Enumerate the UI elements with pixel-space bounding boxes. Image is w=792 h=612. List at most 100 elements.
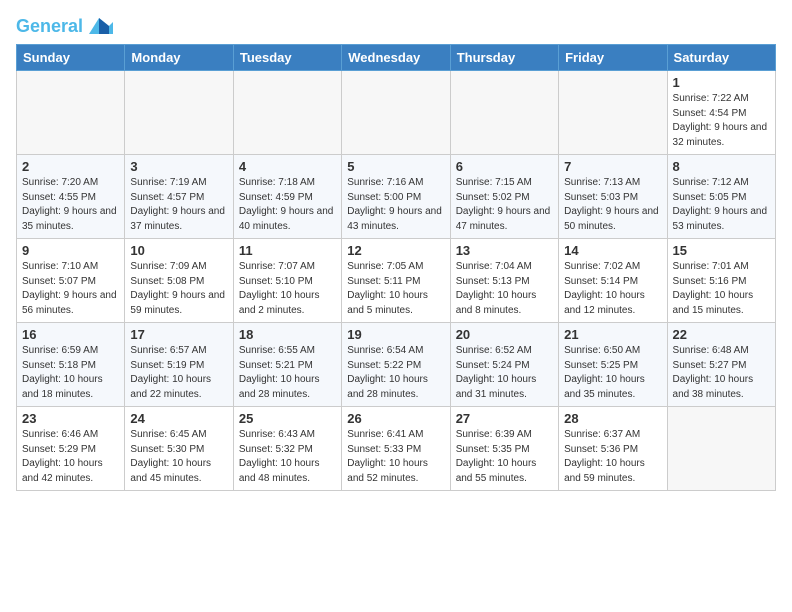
day-info: Sunrise: 7:19 AM Sunset: 4:57 PM Dayligh… <box>130 176 227 234</box>
day-number: 2 <box>22 159 119 174</box>
day-number: 24 <box>130 411 227 426</box>
day-number: 18 <box>239 327 336 342</box>
calendar-cell: 14 Sunrise: 7:02 AM Sunset: 5:14 PM Dayli… <box>559 239 667 323</box>
day-info: Sunrise: 6:54 AM Sunset: 5:22 PM Dayligh… <box>347 344 444 402</box>
day-number: 16 <box>22 327 119 342</box>
day-info: Sunrise: 7:10 AM Sunset: 5:07 PM Dayligh… <box>22 260 119 318</box>
day-info: Sunrise: 7:09 AM Sunset: 5:08 PM Dayligh… <box>130 260 227 318</box>
day-number: 26 <box>347 411 444 426</box>
calendar-cell: 18 Sunrise: 6:55 AM Sunset: 5:21 PM Dayli… <box>233 323 341 407</box>
calendar-cell <box>233 71 341 155</box>
day-info: Sunrise: 6:59 AM Sunset: 5:18 PM Dayligh… <box>22 344 119 402</box>
calendar-cell: 9 Sunrise: 7:10 AM Sunset: 5:07 PM Daylig… <box>17 239 125 323</box>
calendar-cell: 2Sunrise: 7:20 AM Sunset: 4:55 PM Daylig… <box>17 155 125 239</box>
calendar-cell: 6 Sunrise: 7:15 AM Sunset: 5:02 PM Daylig… <box>450 155 558 239</box>
calendar-cell: 10 Sunrise: 7:09 AM Sunset: 5:08 PM Dayli… <box>125 239 233 323</box>
day-number: 19 <box>347 327 444 342</box>
weekday-header-friday: Friday <box>559 45 667 71</box>
calendar-cell: 23 Sunrise: 6:46 AM Sunset: 5:29 PM Dayli… <box>17 407 125 491</box>
calendar-cell: 15 Sunrise: 7:01 AM Sunset: 5:16 PM Dayli… <box>667 239 775 323</box>
calendar-cell: 27 Sunrise: 6:39 AM Sunset: 5:35 PM Dayli… <box>450 407 558 491</box>
day-info: Sunrise: 6:55 AM Sunset: 5:21 PM Dayligh… <box>239 344 336 402</box>
calendar-cell: 5Sunrise: 7:16 AM Sunset: 5:00 PM Daylig… <box>342 155 450 239</box>
weekday-header-saturday: Saturday <box>667 45 775 71</box>
calendar-week-row: 1 Sunrise: 7:22 AM Sunset: 4:54 PM Daylig… <box>17 71 776 155</box>
day-number: 17 <box>130 327 227 342</box>
day-number: 28 <box>564 411 661 426</box>
day-info: Sunrise: 6:50 AM Sunset: 5:25 PM Dayligh… <box>564 344 661 402</box>
calendar-cell <box>342 71 450 155</box>
day-info: Sunrise: 7:15 AM Sunset: 5:02 PM Dayligh… <box>456 176 553 234</box>
day-info: Sunrise: 7:16 AM Sunset: 5:00 PM Dayligh… <box>347 176 444 234</box>
calendar-cell: 25Sunrise: 6:43 AM Sunset: 5:32 PM Dayli… <box>233 407 341 491</box>
day-number: 9 <box>22 243 119 258</box>
page-header: General <box>16 16 776 36</box>
calendar-week-row: 9 Sunrise: 7:10 AM Sunset: 5:07 PM Daylig… <box>17 239 776 323</box>
calendar-cell: 16 Sunrise: 6:59 AM Sunset: 5:18 PM Dayli… <box>17 323 125 407</box>
day-info: Sunrise: 6:37 AM Sunset: 5:36 PM Dayligh… <box>564 428 661 486</box>
weekday-header-wednesday: Wednesday <box>342 45 450 71</box>
day-info: Sunrise: 7:07 AM Sunset: 5:10 PM Dayligh… <box>239 260 336 318</box>
day-info: Sunrise: 7:18 AM Sunset: 4:59 PM Dayligh… <box>239 176 336 234</box>
day-number: 21 <box>564 327 661 342</box>
calendar-cell: 13 Sunrise: 7:04 AM Sunset: 5:13 PM Dayli… <box>450 239 558 323</box>
calendar-cell: 1 Sunrise: 7:22 AM Sunset: 4:54 PM Daylig… <box>667 71 775 155</box>
calendar-cell <box>559 71 667 155</box>
day-number: 10 <box>130 243 227 258</box>
calendar-cell: 22 Sunrise: 6:48 AM Sunset: 5:27 PM Dayli… <box>667 323 775 407</box>
calendar-cell: 21 Sunrise: 6:50 AM Sunset: 5:25 PM Dayli… <box>559 323 667 407</box>
day-info: Sunrise: 6:52 AM Sunset: 5:24 PM Dayligh… <box>456 344 553 402</box>
day-number: 8 <box>673 159 770 174</box>
logo-icon <box>85 16 113 36</box>
calendar-cell <box>667 407 775 491</box>
calendar-cell: 24 Sunrise: 6:45 AM Sunset: 5:30 PM Dayli… <box>125 407 233 491</box>
logo-text: General <box>16 17 83 35</box>
day-info: Sunrise: 7:22 AM Sunset: 4:54 PM Dayligh… <box>673 92 770 150</box>
day-number: 13 <box>456 243 553 258</box>
day-number: 1 <box>673 75 770 90</box>
weekday-header-tuesday: Tuesday <box>233 45 341 71</box>
calendar-cell: 17 Sunrise: 6:57 AM Sunset: 5:19 PM Dayli… <box>125 323 233 407</box>
calendar-cell: 4 Sunrise: 7:18 AM Sunset: 4:59 PM Daylig… <box>233 155 341 239</box>
day-info: Sunrise: 6:57 AM Sunset: 5:19 PM Dayligh… <box>130 344 227 402</box>
day-info: Sunrise: 6:41 AM Sunset: 5:33 PM Dayligh… <box>347 428 444 486</box>
day-info: Sunrise: 7:01 AM Sunset: 5:16 PM Dayligh… <box>673 260 770 318</box>
weekday-header-sunday: Sunday <box>17 45 125 71</box>
calendar-cell: 11 Sunrise: 7:07 AM Sunset: 5:10 PM Dayli… <box>233 239 341 323</box>
day-number: 23 <box>22 411 119 426</box>
calendar-cell <box>17 71 125 155</box>
calendar-cell: 19 Sunrise: 6:54 AM Sunset: 5:22 PM Dayli… <box>342 323 450 407</box>
day-info: Sunrise: 6:48 AM Sunset: 5:27 PM Dayligh… <box>673 344 770 402</box>
day-info: Sunrise: 7:05 AM Sunset: 5:11 PM Dayligh… <box>347 260 444 318</box>
calendar-cell: 26 Sunrise: 6:41 AM Sunset: 5:33 PM Dayli… <box>342 407 450 491</box>
calendar-cell: 7Sunrise: 7:13 AM Sunset: 5:03 PM Daylig… <box>559 155 667 239</box>
calendar-header-row: SundayMondayTuesdayWednesdayThursdayFrid… <box>17 45 776 71</box>
day-number: 22 <box>673 327 770 342</box>
day-info: Sunrise: 7:02 AM Sunset: 5:14 PM Dayligh… <box>564 260 661 318</box>
day-number: 12 <box>347 243 444 258</box>
calendar-cell: 3 Sunrise: 7:19 AM Sunset: 4:57 PM Daylig… <box>125 155 233 239</box>
day-number: 4 <box>239 159 336 174</box>
day-number: 27 <box>456 411 553 426</box>
day-info: Sunrise: 7:13 AM Sunset: 5:03 PM Dayligh… <box>564 176 661 234</box>
day-info: Sunrise: 6:46 AM Sunset: 5:29 PM Dayligh… <box>22 428 119 486</box>
calendar-cell <box>450 71 558 155</box>
day-number: 25 <box>239 411 336 426</box>
weekday-header-monday: Monday <box>125 45 233 71</box>
day-number: 6 <box>456 159 553 174</box>
day-info: Sunrise: 6:45 AM Sunset: 5:30 PM Dayligh… <box>130 428 227 486</box>
calendar-week-row: 23 Sunrise: 6:46 AM Sunset: 5:29 PM Dayli… <box>17 407 776 491</box>
calendar-cell: 20Sunrise: 6:52 AM Sunset: 5:24 PM Dayli… <box>450 323 558 407</box>
calendar-cell: 12 Sunrise: 7:05 AM Sunset: 5:11 PM Dayli… <box>342 239 450 323</box>
day-number: 3 <box>130 159 227 174</box>
weekday-header-thursday: Thursday <box>450 45 558 71</box>
calendar-cell: 8 Sunrise: 7:12 AM Sunset: 5:05 PM Daylig… <box>667 155 775 239</box>
day-number: 15 <box>673 243 770 258</box>
calendar-table: SundayMondayTuesdayWednesdayThursdayFrid… <box>16 44 776 491</box>
day-info: Sunrise: 7:04 AM Sunset: 5:13 PM Dayligh… <box>456 260 553 318</box>
day-number: 14 <box>564 243 661 258</box>
calendar-cell <box>125 71 233 155</box>
day-info: Sunrise: 7:12 AM Sunset: 5:05 PM Dayligh… <box>673 176 770 234</box>
day-number: 11 <box>239 243 336 258</box>
day-info: Sunrise: 6:39 AM Sunset: 5:35 PM Dayligh… <box>456 428 553 486</box>
